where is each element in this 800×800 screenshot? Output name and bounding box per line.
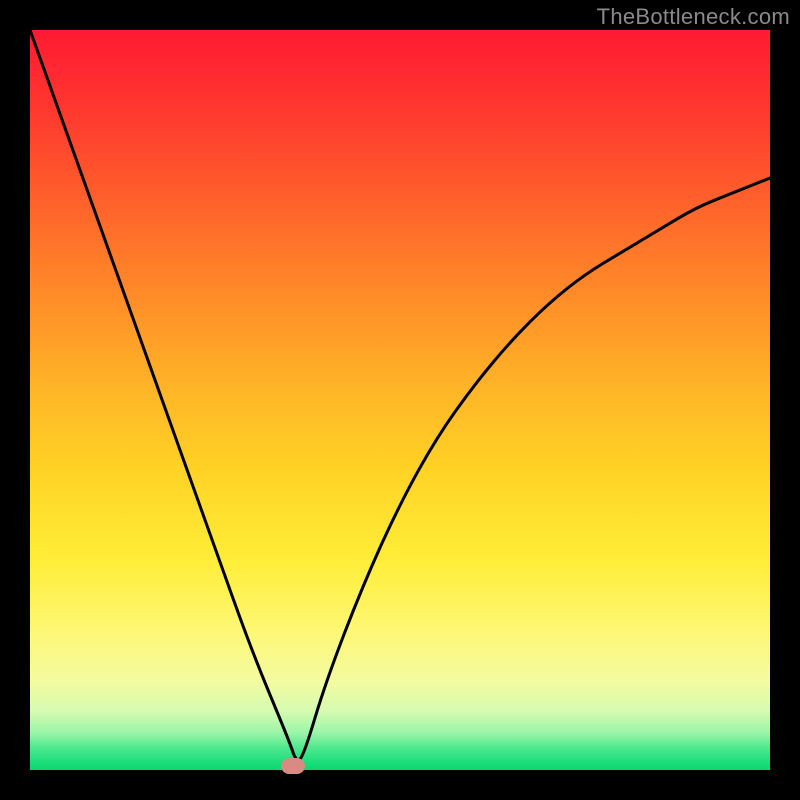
plot-area [30,30,770,770]
min-point-marker [281,758,305,774]
bottleneck-curve [30,30,770,760]
chart-frame: TheBottleneck.com [0,0,800,800]
watermark-text: TheBottleneck.com [597,4,790,30]
curve-svg [30,30,770,770]
